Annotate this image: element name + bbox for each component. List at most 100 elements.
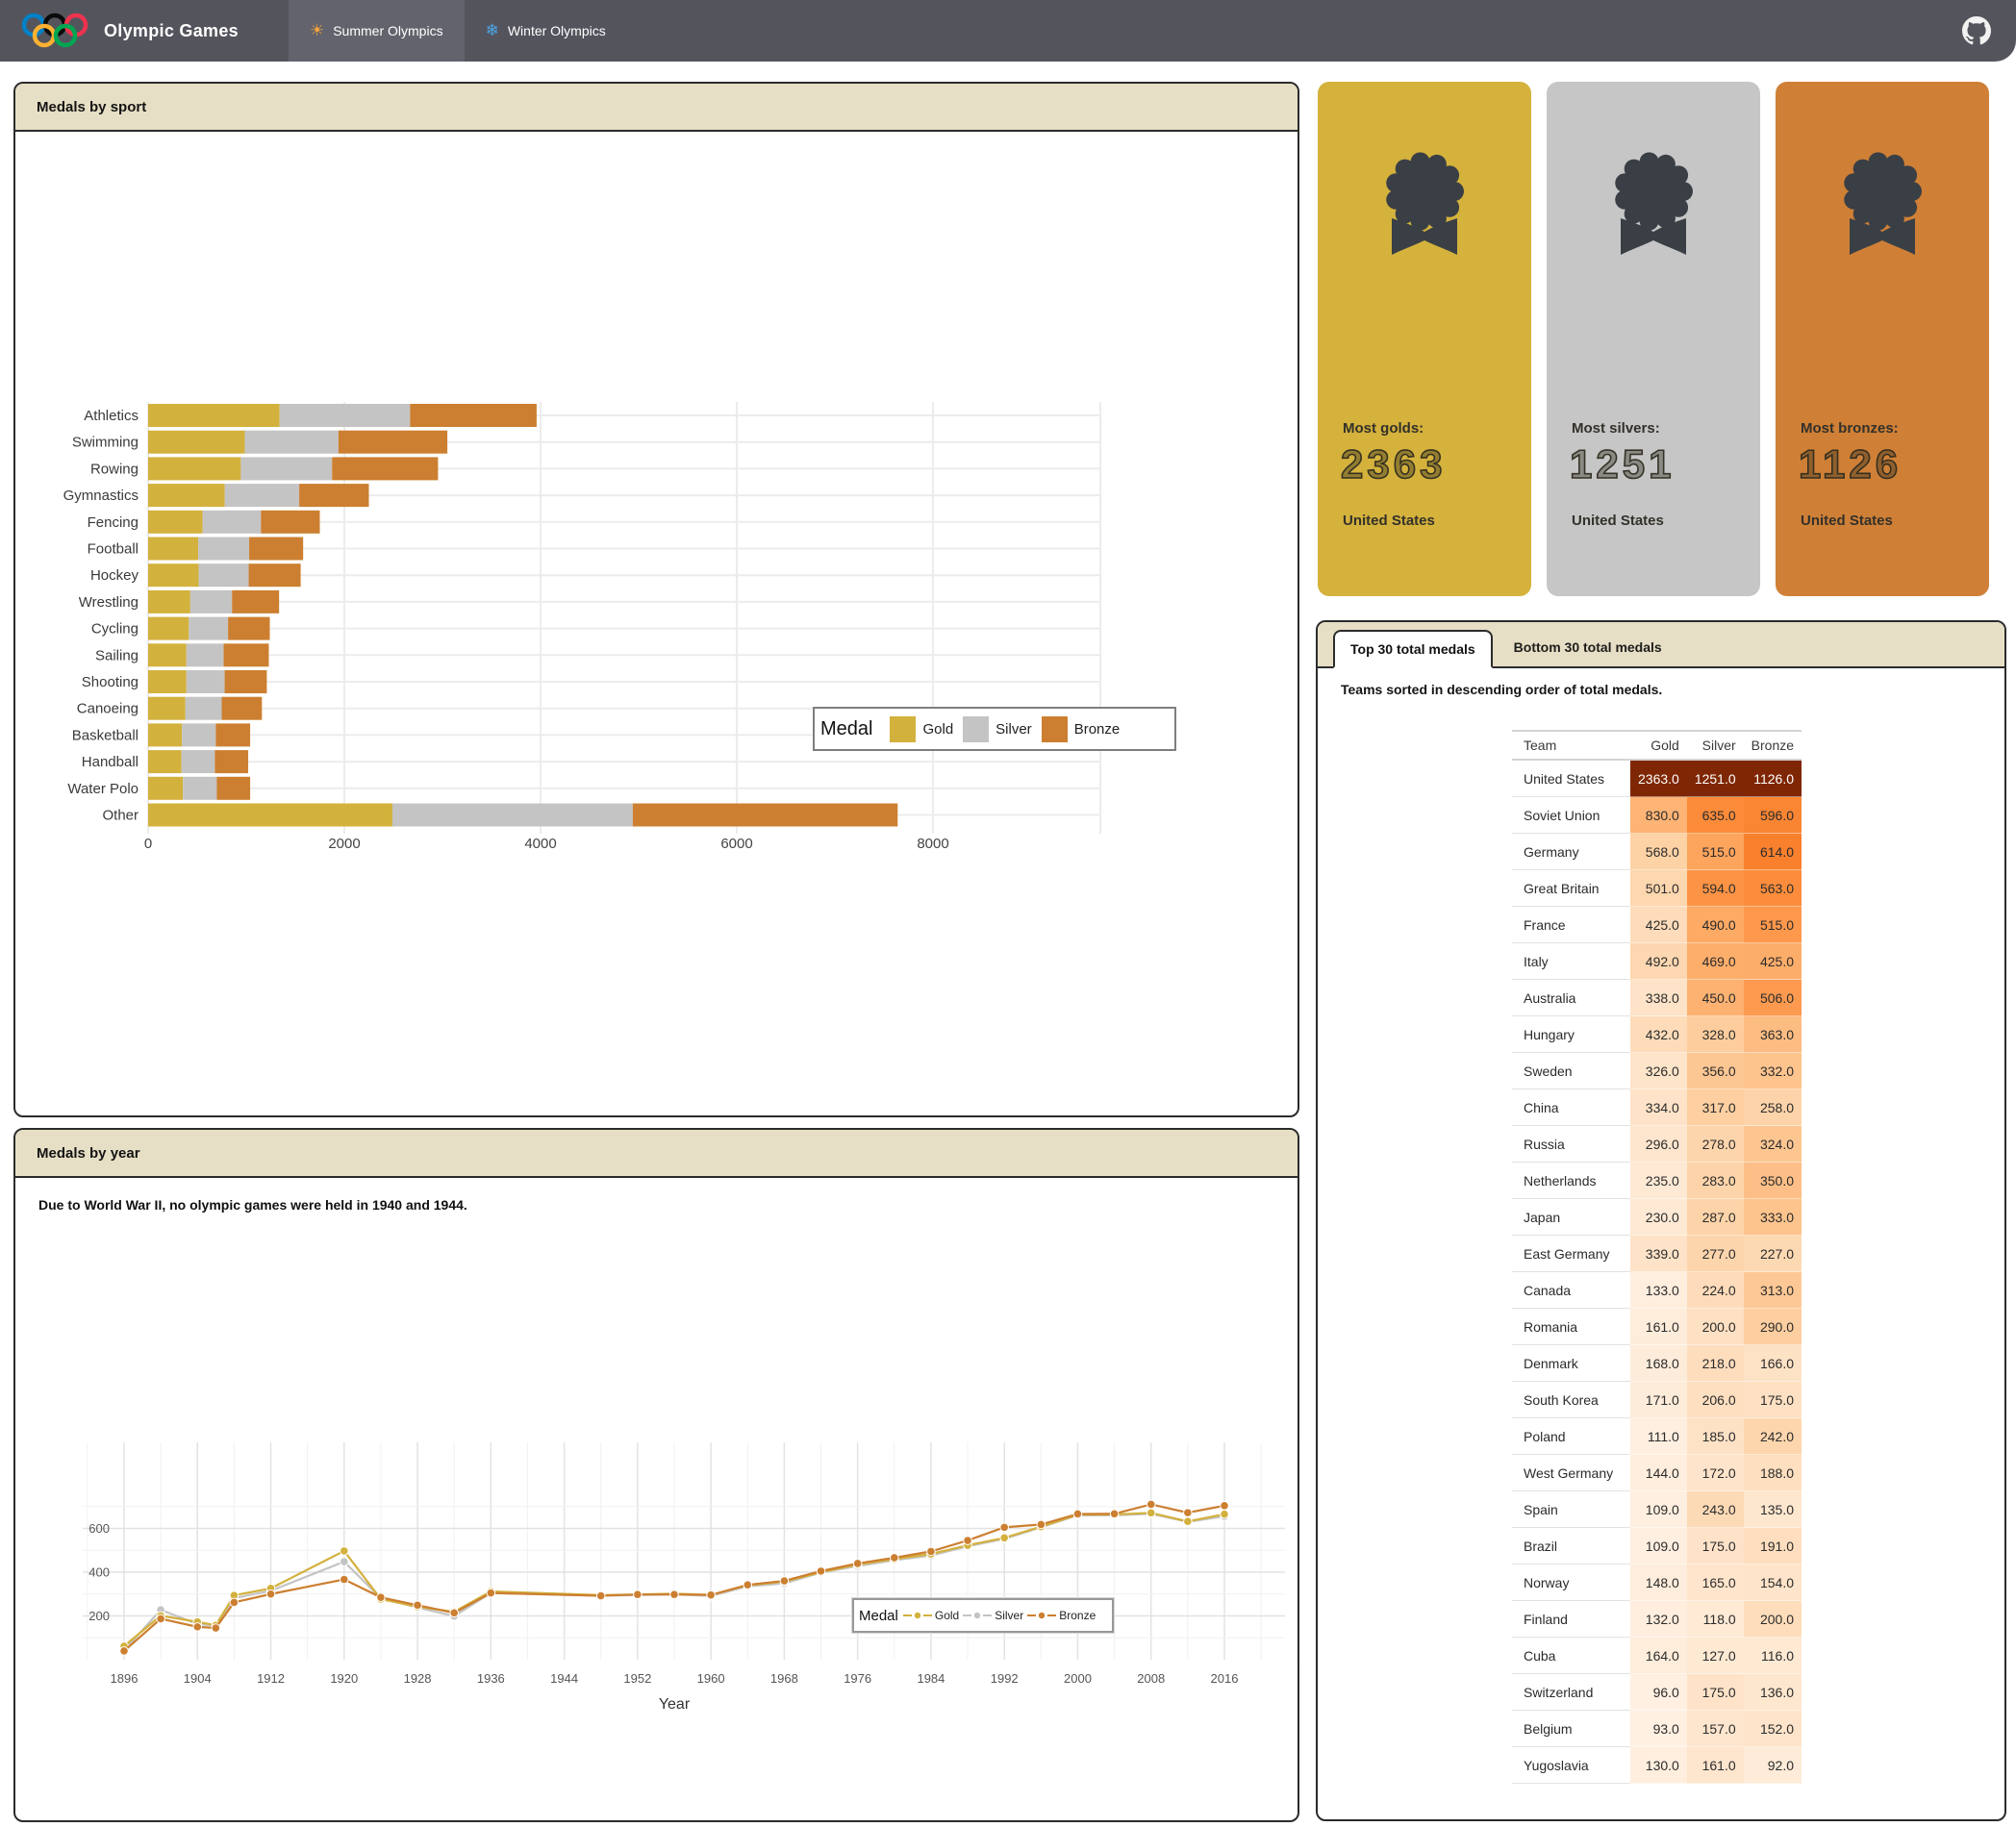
medal-count-cell: 339.0 [1630, 1236, 1687, 1272]
data-point-bronze [890, 1554, 898, 1563]
most-bronzes-card: Most bronzes: 1126 United States [1776, 82, 1989, 596]
table-row: Yugoslavia130.0161.092.0 [1512, 1747, 1802, 1784]
legend-label: Gold [922, 721, 953, 738]
medal-count-cell: 290.0 [1744, 1309, 1802, 1345]
nav-tabs: ☀ Summer Olympics ❄ Winter Olympics [289, 0, 627, 62]
bar-segment-silver [225, 484, 300, 507]
medal-count-cell: 96.0 [1630, 1674, 1687, 1711]
bar-category-label: Canoeing [77, 701, 139, 717]
bar-category-label: Cycling [91, 621, 139, 638]
data-point-gold [1221, 1510, 1229, 1518]
legend-item-silver[interactable]: Silver [953, 716, 1032, 742]
data-point-bronze [1110, 1510, 1119, 1518]
medal-count-cell: 635.0 [1687, 797, 1744, 834]
table-row: South Korea171.0206.0175.0 [1512, 1382, 1802, 1418]
medal-count-cell: 425.0 [1630, 907, 1687, 943]
data-point-bronze [340, 1575, 348, 1584]
rosette-medal-icon [1776, 138, 1989, 291]
most-bronzes-team: United States [1801, 513, 1893, 529]
bar-category-label: Swimming [72, 435, 139, 451]
medal-count-cell: 188.0 [1744, 1455, 1802, 1491]
table-caption: Teams sorted in descending order of tota… [1341, 682, 1662, 697]
data-point-bronze [414, 1601, 422, 1610]
line-x-tick-label: 1896 [111, 1671, 139, 1686]
data-point-silver [340, 1558, 348, 1566]
medal-count-cell: 490.0 [1687, 907, 1744, 943]
tab-summer-olympics[interactable]: ☀ Summer Olympics [289, 0, 465, 62]
legend-item-gold[interactable]: Gold [903, 1609, 959, 1622]
total-medals-panel: Top 30 total medals Bottom 30 total meda… [1316, 620, 2006, 1821]
medal-count-cell: 109.0 [1630, 1491, 1687, 1528]
data-point-gold [1184, 1517, 1193, 1526]
legend-line-swatch [963, 1611, 992, 1620]
legend-item-gold[interactable]: Gold [880, 716, 953, 742]
data-point-bronze [120, 1647, 129, 1656]
medal-count-cell: 164.0 [1630, 1638, 1687, 1674]
data-point-bronze [266, 1589, 275, 1598]
bar-segment-bronze [222, 697, 263, 720]
navbar: Olympic Games ☀ Summer Olympics ❄ Winter… [0, 0, 2016, 62]
medal-count-cell: 118.0 [1687, 1601, 1744, 1638]
team-name-cell: United States [1512, 760, 1630, 797]
tab-winter-olympics[interactable]: ❄ Winter Olympics [465, 0, 627, 62]
line-x-tick-label: 1936 [477, 1671, 505, 1686]
legend-label: Gold [935, 1609, 959, 1622]
data-point-gold [340, 1547, 348, 1556]
medal-count-cell: 130.0 [1630, 1747, 1687, 1784]
medal-count-cell: 501.0 [1630, 870, 1687, 907]
data-point-bronze [670, 1590, 679, 1599]
medal-count-cell: 154.0 [1744, 1564, 1802, 1601]
data-point-bronze [1221, 1502, 1229, 1511]
bar-segment-silver [190, 590, 232, 613]
legend-item-silver[interactable]: Silver [963, 1609, 1023, 1622]
legend-item-bronze[interactable]: Bronze [1032, 716, 1121, 742]
bar-segment-silver [203, 511, 262, 534]
table-row: Belgium93.0157.0152.0 [1512, 1711, 1802, 1747]
bar-category-label: Athletics [84, 408, 139, 424]
medal-count-cell: 563.0 [1744, 870, 1802, 907]
medal-count-cell: 172.0 [1687, 1455, 1744, 1491]
bar-segment-gold [148, 457, 240, 480]
medal-count-cell: 317.0 [1687, 1089, 1744, 1126]
data-point-bronze [193, 1623, 202, 1632]
medal-count-cell: 166.0 [1744, 1345, 1802, 1382]
most-bronzes-value: 1126 [1799, 441, 1902, 488]
bar-category-label: Rowing [90, 461, 139, 477]
data-point-bronze [1000, 1523, 1009, 1532]
legend-line-swatch [903, 1611, 932, 1620]
medals-table-container: TeamGoldSilverBronzeUnited States2363.01… [1512, 730, 1802, 1784]
data-point-gold [1147, 1509, 1155, 1517]
github-link[interactable] [1962, 16, 1991, 50]
medal-count-cell: 227.0 [1744, 1236, 1802, 1272]
bar-segment-bronze [249, 538, 303, 561]
most-golds-value: 2363 [1341, 441, 1446, 488]
legend-item-bronze[interactable]: Bronze [1027, 1609, 1096, 1622]
rosette-medal-icon [1547, 138, 1760, 291]
medal-count-cell: 109.0 [1630, 1528, 1687, 1564]
bar-segment-silver [199, 563, 249, 587]
table-row: Poland111.0185.0242.0 [1512, 1418, 1802, 1455]
medal-count-cell: 185.0 [1687, 1418, 1744, 1455]
medal-count-cell: 175.0 [1687, 1674, 1744, 1711]
bar-segment-bronze [228, 617, 269, 640]
medals-by-year-header: Medals by year [15, 1130, 1298, 1178]
team-name-cell: Spain [1512, 1491, 1630, 1528]
line-x-tick-label: 1928 [404, 1671, 432, 1686]
column-header-gold: Gold [1630, 731, 1687, 760]
medal-count-cell: 165.0 [1687, 1564, 1744, 1601]
table-row: Germany568.0515.0614.0 [1512, 834, 1802, 870]
sun-icon: ☀ [310, 21, 324, 40]
medals-by-year-title: Medals by year [37, 1145, 140, 1162]
tab-bottom-30-total-medals[interactable]: Bottom 30 total medals [1493, 628, 1683, 666]
app-title: Olympic Games [104, 21, 239, 41]
table-row: China334.0317.0258.0 [1512, 1089, 1802, 1126]
line-x-tick-label: 1920 [330, 1671, 358, 1686]
line-x-tick-label: 1968 [770, 1671, 798, 1686]
tab-top-30-total-medals[interactable]: Top 30 total medals [1333, 630, 1493, 668]
most-silvers-card: Most silvers: 1251 United States [1547, 82, 1760, 596]
table-row: Japan230.0287.0333.0 [1512, 1199, 1802, 1236]
medal-count-cell: 278.0 [1687, 1126, 1744, 1163]
bar-category-label: Shooting [82, 674, 139, 690]
medal-count-cell: 350.0 [1744, 1163, 1802, 1199]
team-name-cell: Romania [1512, 1309, 1630, 1345]
